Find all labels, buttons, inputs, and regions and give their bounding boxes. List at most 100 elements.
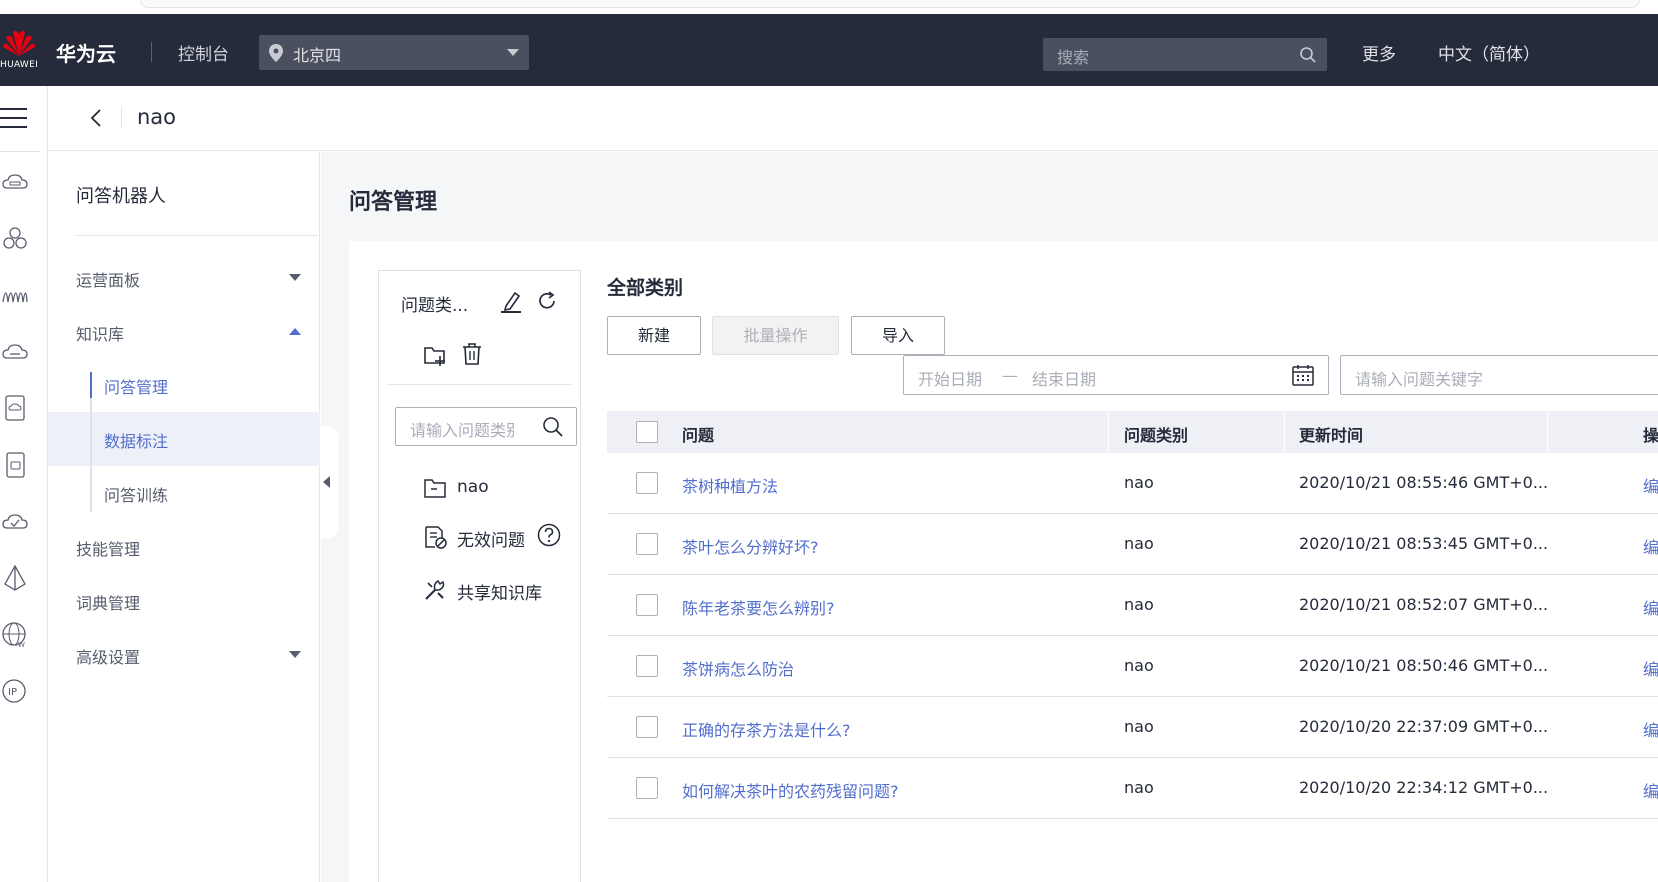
date-range-picker[interactable]: 开始日期 — 结束日期 bbox=[903, 355, 1329, 395]
hamburger-menu-icon[interactable] bbox=[0, 106, 28, 130]
top-nav-bar: HUAWEI 华为云 控制台 北京四 搜索 更多 中文（简体） bbox=[0, 14, 1658, 86]
start-date-placeholder: 开始日期 bbox=[918, 370, 983, 389]
tools-icon bbox=[425, 579, 445, 600]
column-header-updated[interactable]: 更新时间 bbox=[1299, 422, 1363, 446]
row-operation-link[interactable]: 编 bbox=[1643, 778, 1658, 802]
sidebar-item-dictionary[interactable]: 词典管理 bbox=[76, 590, 140, 614]
sidebar-item-advanced-settings[interactable]: 高级设置 bbox=[76, 644, 140, 668]
chevron-down-icon[interactable] bbox=[289, 651, 301, 658]
sidebar-item-qa-training[interactable]: 问答训练 bbox=[104, 482, 168, 506]
row-operation-link[interactable]: 编 bbox=[1643, 534, 1658, 558]
sidebar-hover-highlight bbox=[48, 412, 320, 466]
ip-address-icon[interactable]: IP bbox=[2, 678, 28, 704]
pyramid-icon[interactable] bbox=[2, 565, 28, 591]
network-nodes-icon[interactable] bbox=[2, 226, 28, 252]
chevron-up-icon[interactable] bbox=[289, 328, 301, 335]
row-updated-time: 2020/10/20 22:37:09 GMT+0... bbox=[1299, 717, 1549, 736]
sidebar-item-dashboard[interactable]: 运营面板 bbox=[76, 267, 140, 291]
row-checkbox[interactable] bbox=[636, 533, 658, 555]
region-selector[interactable]: 北京四 bbox=[259, 35, 529, 70]
address-bar-edge bbox=[140, 0, 1640, 8]
column-header-operation: 操 bbox=[1643, 426, 1658, 445]
invalid-doc-icon bbox=[425, 526, 447, 549]
region-label: 北京四 bbox=[293, 46, 342, 65]
row-checkbox[interactable] bbox=[636, 777, 658, 799]
header-divider bbox=[121, 107, 122, 129]
question-link[interactable]: 茶树种植方法 bbox=[682, 473, 778, 497]
global-search-input[interactable]: 搜索 bbox=[1043, 38, 1327, 71]
row-operation-link[interactable]: 编 bbox=[1643, 717, 1658, 741]
help-icon[interactable] bbox=[537, 523, 561, 547]
back-arrow-icon[interactable] bbox=[88, 106, 106, 130]
table-row: 如何解决茶叶的农药残留问题? nao 2020/10/20 22:34:12 G… bbox=[607, 758, 1658, 819]
browser-strip bbox=[0, 0, 1658, 14]
row-checkbox[interactable] bbox=[636, 655, 658, 677]
row-updated-time: 2020/10/21 08:52:07 GMT+0... bbox=[1299, 595, 1549, 614]
edit-icon[interactable] bbox=[499, 289, 523, 313]
row-updated-time: 2020/10/21 08:55:46 GMT+0... bbox=[1299, 473, 1549, 492]
question-link[interactable]: 茶叶怎么分辨好坏? bbox=[682, 534, 819, 558]
cloud-server-icon[interactable] bbox=[2, 170, 28, 196]
question-link[interactable]: 如何解决茶叶的农药残留问题? bbox=[682, 778, 899, 802]
sidebar-item-skill-management[interactable]: 技能管理 bbox=[76, 536, 140, 560]
globe-icon[interactable]: W bbox=[2, 622, 28, 648]
huawei-logo[interactable]: HUAWEI bbox=[0, 26, 40, 76]
import-button[interactable]: 导入 bbox=[851, 316, 945, 355]
waveform-icon[interactable] bbox=[2, 282, 28, 308]
sidebar-item-knowledge-base[interactable]: 知识库 bbox=[76, 321, 124, 345]
sidebar-divider bbox=[76, 235, 318, 236]
sidebar-item-data-labeling[interactable]: 数据标注 bbox=[104, 428, 168, 452]
keyword-search-input[interactable]: 请输入问题关键字 bbox=[1340, 355, 1658, 395]
collapse-left-icon bbox=[323, 476, 330, 488]
rail-divider bbox=[0, 151, 40, 152]
row-operation-link[interactable]: 编 bbox=[1643, 595, 1658, 619]
column-header-category[interactable]: 问题类别 bbox=[1124, 422, 1188, 446]
table-header: 问题 问题类别 更新时间 操 bbox=[607, 411, 1658, 453]
row-operation-link[interactable]: 编 bbox=[1643, 656, 1658, 680]
phone-cloud-icon[interactable] bbox=[2, 452, 28, 478]
category-search-placeholder: 请输入问题类别 bbox=[410, 421, 514, 440]
keyword-placeholder: 请输入问题关键字 bbox=[1355, 370, 1484, 389]
question-link[interactable]: 陈年老茶要怎么辨别? bbox=[682, 595, 835, 619]
row-category: nao bbox=[1124, 534, 1154, 553]
column-divider bbox=[1108, 411, 1109, 453]
add-folder-icon[interactable] bbox=[423, 343, 447, 367]
end-date-placeholder: 结束日期 bbox=[1032, 370, 1097, 389]
cloud-check-icon[interactable] bbox=[2, 509, 28, 535]
topbar-divider bbox=[151, 42, 152, 62]
category-search-input[interactable]: 请输入问题类别 bbox=[395, 407, 577, 446]
row-category: nao bbox=[1124, 595, 1154, 614]
delete-icon[interactable] bbox=[461, 342, 483, 366]
search-icon[interactable] bbox=[542, 416, 564, 438]
row-checkbox[interactable] bbox=[636, 472, 658, 494]
category-panel-title: 问题类... bbox=[401, 296, 469, 316]
cloud-storage-icon[interactable] bbox=[2, 339, 28, 365]
row-checkbox[interactable] bbox=[636, 594, 658, 616]
question-link[interactable]: 茶饼病怎么防治 bbox=[682, 656, 794, 680]
select-all-checkbox[interactable] bbox=[636, 421, 658, 443]
more-menu[interactable]: 更多 bbox=[1362, 40, 1396, 65]
device-cloud-icon[interactable] bbox=[2, 395, 28, 421]
table-row: 茶树种植方法 nao 2020/10/21 08:55:46 GMT+0... … bbox=[607, 453, 1658, 514]
active-indicator bbox=[90, 372, 92, 398]
language-switch[interactable]: 中文（简体） bbox=[1438, 40, 1540, 65]
row-category: nao bbox=[1124, 778, 1154, 797]
cloud-name[interactable]: 华为云 bbox=[56, 38, 116, 67]
row-checkbox[interactable] bbox=[636, 716, 658, 738]
sidebar-collapse-handle[interactable] bbox=[320, 426, 338, 538]
row-category: nao bbox=[1124, 717, 1154, 736]
search-placeholder: 搜索 bbox=[1057, 48, 1090, 67]
column-header-question[interactable]: 问题 bbox=[682, 422, 714, 446]
table-row: 茶叶怎么分辨好坏? nao 2020/10/21 08:53:45 GMT+0.… bbox=[607, 514, 1658, 575]
search-icon[interactable] bbox=[1299, 46, 1317, 64]
calendar-icon[interactable] bbox=[1292, 364, 1314, 386]
batch-operation-button[interactable]: 批量操作 bbox=[712, 316, 839, 355]
row-updated-time: 2020/10/21 08:53:45 GMT+0... bbox=[1299, 534, 1549, 553]
row-operation-link[interactable]: 编 bbox=[1643, 473, 1658, 497]
chevron-down-icon[interactable] bbox=[289, 274, 301, 281]
question-link[interactable]: 正确的存茶方法是什么? bbox=[682, 717, 851, 741]
console-link[interactable]: 控制台 bbox=[178, 40, 229, 65]
refresh-icon[interactable] bbox=[536, 290, 558, 312]
new-button[interactable]: 新建 bbox=[607, 316, 701, 355]
sidebar-item-qa-management[interactable]: 问答管理 bbox=[104, 374, 168, 398]
